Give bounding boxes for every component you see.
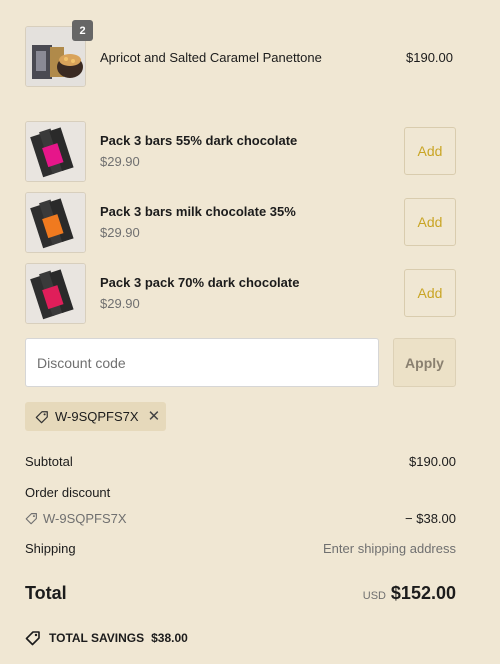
tag-icon (25, 513, 37, 525)
shipping-label: Shipping (25, 541, 76, 556)
subtotal-label: Subtotal (25, 454, 73, 469)
discount-code-input[interactable] (25, 338, 379, 387)
total-savings-label: TOTAL SAVINGS (49, 631, 145, 645)
upsell-thumbnail (25, 263, 86, 324)
total-savings: TOTAL SAVINGS $38.00 (25, 630, 188, 646)
cart-item-price: $190.00 (406, 50, 453, 65)
currency-code: USD (362, 590, 386, 602)
chocolate-bars-image (26, 122, 85, 181)
order-discount-label: Order discount (25, 485, 111, 500)
add-button[interactable]: Add (404, 127, 456, 175)
order-discount-code: W-9SQPFS7X (25, 511, 127, 526)
chocolate-bars-image (26, 193, 85, 252)
add-button[interactable]: Add (404, 198, 456, 246)
order-discount-value: − $38.00 (405, 511, 456, 526)
upsell-thumbnail (25, 192, 86, 253)
add-button[interactable]: Add (404, 269, 456, 317)
quantity-badge: 2 (72, 20, 93, 41)
tag-icon (35, 410, 48, 423)
upsell-item-price: $29.90 (100, 154, 140, 169)
upsell-thumbnail (25, 121, 86, 182)
upsell-item-title: Pack 3 pack 70% dark chocolate (100, 275, 300, 290)
upsell-item-price: $29.90 (100, 296, 140, 311)
discount-code-label: W-9SQPFS7X (55, 409, 139, 424)
shipping-value: Enter shipping address (323, 541, 456, 556)
applied-discount-chip: W-9SQPFS7X ✕ (25, 402, 166, 431)
subtotal-value: $190.00 (409, 454, 456, 469)
upsell-item-title: Pack 3 bars 55% dark chocolate (100, 133, 298, 148)
remove-discount-icon[interactable]: ✕ (148, 409, 161, 424)
upsell-item-title: Pack 3 bars milk chocolate 35% (100, 204, 296, 219)
chocolate-bars-image (26, 264, 85, 323)
total-amount: $152.00 (390, 583, 456, 603)
apply-button[interactable]: Apply (393, 338, 456, 387)
upsell-item-price: $29.90 (100, 225, 140, 240)
total-label: Total (25, 583, 67, 603)
tag-icon (25, 631, 40, 646)
total-savings-value: $38.00 (151, 631, 188, 645)
cart-item-title: Apricot and Salted Caramel Panettone (100, 50, 322, 65)
order-discount-code-text: W-9SQPFS7X (43, 511, 127, 526)
